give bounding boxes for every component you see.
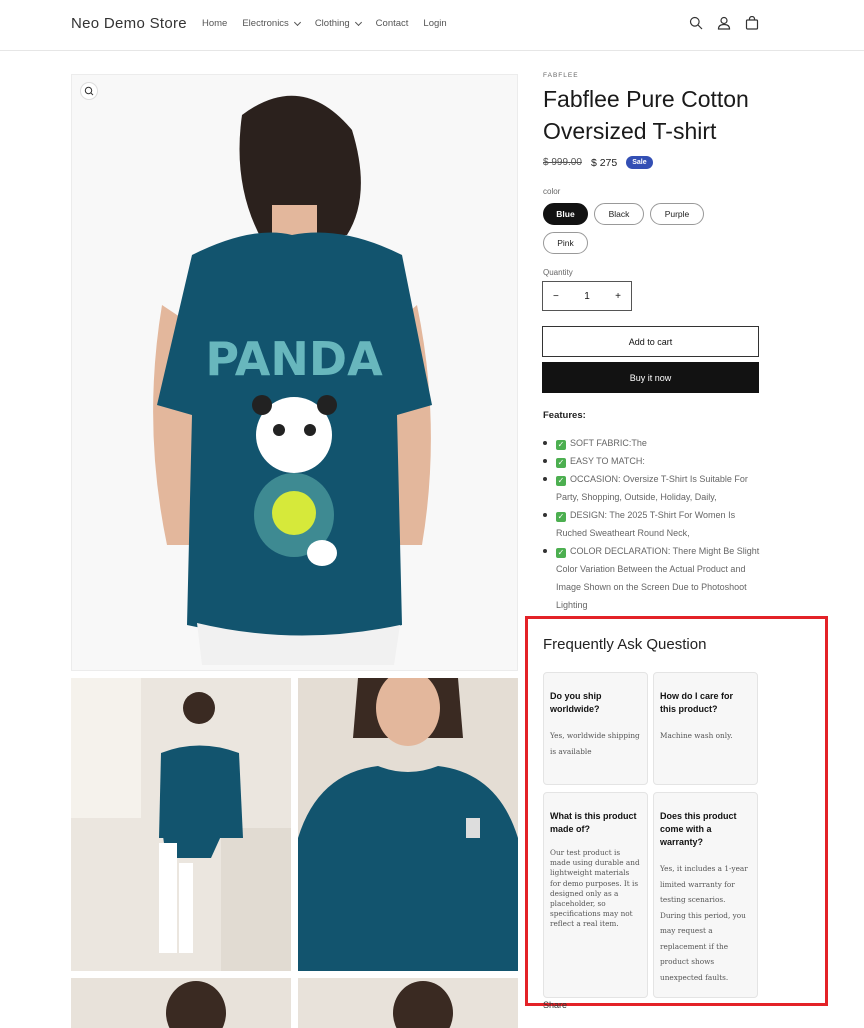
feature-text: DESIGN: The 2025 T-Shirt For Women Is Ru… — [556, 510, 736, 538]
feature-text: EASY TO MATCH: — [570, 456, 645, 466]
buy-now-button[interactable]: Buy it now — [542, 362, 759, 393]
zoom-icon[interactable] — [80, 82, 98, 100]
nav-home[interactable]: Home — [202, 18, 227, 29]
feature-item: ✓ OCCASION: Oversize T-Shirt Is Suitable … — [543, 470, 765, 506]
header-icons — [689, 15, 759, 30]
color-option-blue[interactable]: Blue — [543, 203, 588, 225]
regular-price: $ 999.00 — [543, 157, 582, 168]
nav-login[interactable]: Login — [423, 18, 446, 29]
faq-question: Does this product come with a warranty? — [660, 811, 737, 847]
main-product-image[interactable]: PANDA — [71, 74, 518, 671]
check-icon: ✓ — [556, 476, 566, 486]
nav-label: Clothing — [314, 18, 350, 29]
faq-answer: Machine wash only. — [660, 731, 733, 740]
faq-question: How do I care for this product? — [660, 691, 734, 714]
product-thumbnail[interactable] — [298, 678, 518, 971]
nav-label: Electronics — [242, 18, 289, 29]
cart-icon[interactable] — [745, 15, 759, 30]
feature-text: OCCASION: Oversize T-Shirt Is Suitable F… — [556, 474, 748, 502]
model-photo-seated — [71, 678, 291, 971]
faq-answer: Yes, worldwide shipping is available — [550, 731, 640, 756]
site-header: Neo Demo Store Home Electronics Clothing… — [0, 0, 864, 51]
faq-question: What is this product made of? — [550, 811, 637, 834]
faq-card: Does this product come with a warranty? … — [653, 792, 758, 998]
add-to-cart-button[interactable]: Add to cart — [542, 326, 759, 357]
check-icon: ✓ — [556, 512, 566, 522]
nav-electronics[interactable]: Electronics — [242, 18, 301, 29]
color-option-purple[interactable]: Purple — [650, 203, 704, 225]
chevron-down-icon — [354, 18, 362, 26]
check-icon: ✓ — [556, 440, 566, 450]
nav-label: Contact — [375, 18, 409, 29]
color-option-black[interactable]: Black — [594, 203, 644, 225]
color-option-pink[interactable]: Pink — [543, 232, 588, 254]
feature-text: SOFT FABRIC:The — [570, 438, 647, 448]
features-heading: Features: — [543, 410, 586, 421]
sale-price: $ 275 — [590, 156, 618, 169]
faq-card: What is this product made of? Our test p… — [543, 792, 648, 998]
account-icon[interactable] — [717, 16, 731, 30]
decrease-quantity-button[interactable]: − — [553, 291, 559, 302]
nav-label: Login — [423, 18, 447, 29]
main-nav: Home Electronics Clothing Contact Login — [202, 18, 462, 29]
product-thumbnail[interactable] — [298, 978, 518, 1028]
faq-card: Do you ship worldwide? Yes, worldwide sh… — [543, 672, 648, 785]
model-photo-partial — [71, 978, 291, 1028]
feature-text: COLOR DECLARATION: There Might Be Slight… — [556, 546, 760, 610]
faq-answer: Yes, it includes a 1-year limited warran… — [660, 864, 748, 982]
price-row: $ 999.00 $ 275 Sale — [543, 156, 653, 169]
nav-clothing[interactable]: Clothing — [314, 18, 362, 29]
faq-answer: Our test product is made using durable a… — [550, 848, 640, 929]
search-icon[interactable] — [689, 16, 703, 30]
increase-quantity-button[interactable]: + — [615, 291, 621, 302]
product-thumbnail[interactable] — [71, 978, 291, 1028]
faq-card: How do I care for this product? Machine … — [653, 672, 758, 785]
check-icon: ✓ — [556, 548, 566, 558]
sale-badge: Sale — [626, 156, 653, 169]
product-vendor: FABFLEE — [543, 72, 579, 79]
nav-contact[interactable]: Contact — [376, 18, 409, 29]
check-icon: ✓ — [556, 458, 566, 468]
feature-item: ✓ DESIGN: The 2025 T-Shirt For Women Is R… — [543, 506, 765, 542]
product-thumbnail[interactable] — [71, 678, 291, 971]
product-title: Fabflee Pure Cotton Oversized T-shirt — [543, 86, 749, 144]
store-logo[interactable]: Neo Demo Store — [71, 15, 187, 32]
features-list: ✓ SOFT FABRIC:The ✓ EASY TO MATCH: ✓ OCCASI… — [543, 434, 765, 614]
tshirt-back-illustration: PANDA — [72, 75, 517, 670]
feature-item: ✓ EASY TO MATCH: — [543, 452, 765, 470]
share-button[interactable]: Share — [543, 1000, 567, 1010]
color-label: color — [543, 187, 561, 196]
chevron-down-icon — [293, 18, 301, 26]
feature-item: ✓ COLOR DECLARATION: There Might Be Sligh… — [543, 542, 765, 614]
quantity-label: Quantity — [543, 268, 573, 277]
quantity-input[interactable]: 1 — [584, 291, 590, 302]
faq-question: Do you ship worldwide? — [550, 691, 602, 714]
feature-item: ✓ SOFT FABRIC:The — [543, 434, 765, 452]
faq-title: Frequently Ask Question — [543, 636, 707, 653]
model-photo-front — [298, 678, 518, 971]
model-photo-partial — [298, 978, 518, 1028]
nav-label: Home — [202, 18, 228, 29]
quantity-stepper: − 1 + — [542, 281, 632, 311]
print-text: PANDA — [205, 332, 383, 386]
